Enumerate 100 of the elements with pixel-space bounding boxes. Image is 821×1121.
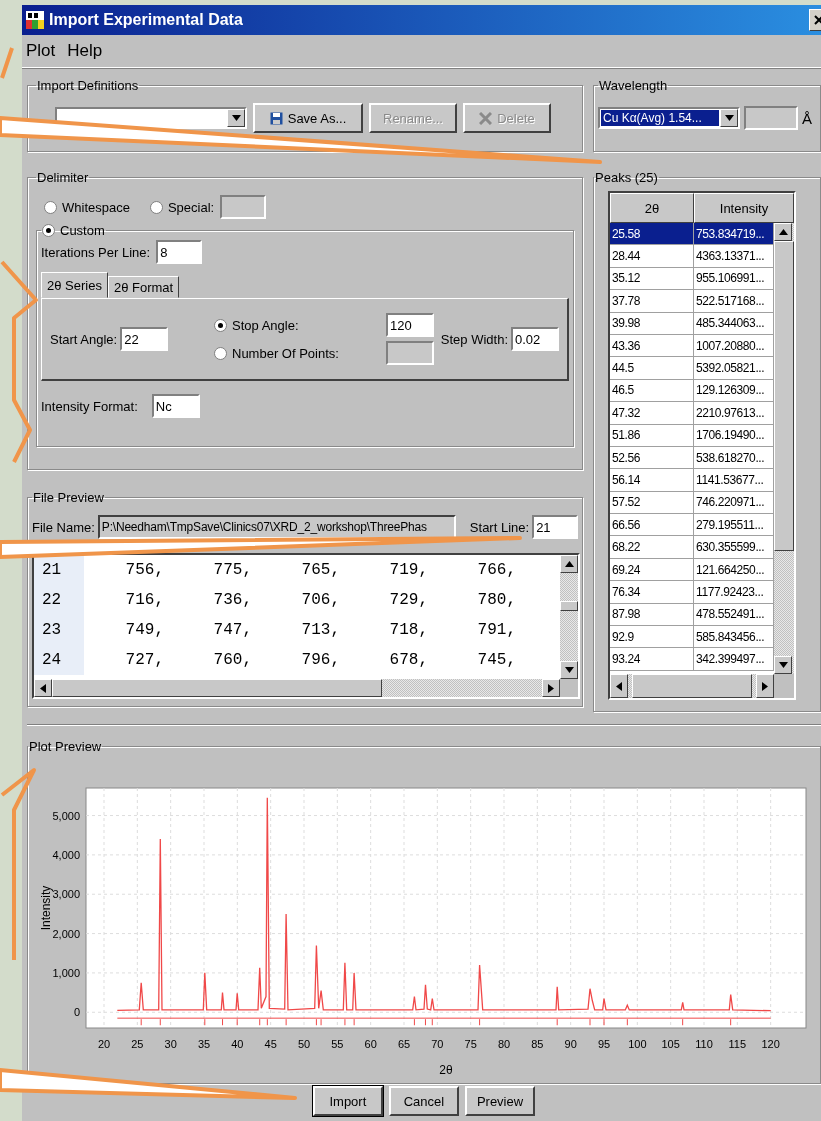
table-row[interactable]: 66.56 279.195511... (610, 514, 774, 537)
text-field[interactable]: 21 (532, 515, 579, 539)
dialog-button[interactable]: Cancel (388, 1086, 459, 1116)
text-field[interactable] (744, 106, 798, 130)
scroll-right-button[interactable] (542, 679, 560, 697)
axis-tick-label: 65 (397, 1038, 411, 1050)
axis-tick-label: 90 (564, 1038, 577, 1050)
scrollbar-thumb[interactable] (774, 241, 794, 551)
dialog-button[interactable]: Preview (464, 1086, 536, 1116)
scroll-down-button[interactable] (560, 661, 578, 679)
axis-tick-label: 95 (597, 1038, 611, 1050)
table-row[interactable]: 37.78 522.517168... (610, 290, 774, 313)
scroll-up-button[interactable] (560, 555, 578, 573)
table-row[interactable]: 25.58 753.834719... (610, 223, 774, 246)
up-arrow-icon (564, 561, 574, 567)
text-field[interactable]: 120 (386, 313, 434, 337)
text-field[interactable]: 0.02 (511, 327, 559, 351)
scrollbar-thumb[interactable] (52, 679, 382, 697)
radio-label[interactable]: Number Of Points: (232, 345, 339, 361)
axis-tick-label: 70 (431, 1038, 444, 1050)
scroll-up-button[interactable] (774, 223, 792, 241)
axis-tick-label: 100 (628, 1038, 647, 1050)
axis-tick-label: 2,000 (52, 927, 80, 940)
radio-label[interactable]: Special: (167, 199, 215, 215)
data-value: 719, (388, 561, 429, 579)
menu-item[interactable]: Help (67, 41, 103, 61)
tab[interactable]: 2θ Series (41, 272, 108, 298)
table-cell: 57.52 (610, 491, 694, 515)
toolbar-button[interactable]: Save As... (253, 103, 363, 133)
line-number: 23 (34, 615, 84, 645)
delete-x-icon (479, 111, 493, 125)
radio-label[interactable]: Custom (60, 223, 105, 238)
field-label: Intensity Format: (41, 398, 138, 414)
table-cell: 52.56 (610, 446, 694, 470)
right-arrow-icon (548, 683, 554, 693)
axis-tick-label: 75 (464, 1038, 477, 1050)
axis-tick-label: 85 (531, 1038, 544, 1050)
line-number: 22 (34, 585, 84, 615)
radio-button[interactable] (149, 200, 163, 214)
wavelength-dropdown[interactable]: Cu Kα(Avg) 1.54... (598, 107, 740, 129)
table-cell: 68.22 (610, 536, 694, 559)
table-cell: 44.5 (610, 357, 694, 380)
radio-button[interactable] (44, 200, 57, 214)
radio-button[interactable] (214, 346, 227, 360)
table-cell: 39.98 (610, 312, 694, 335)
horizontal-scrollbar[interactable] (610, 674, 774, 698)
table-row[interactable]: 44.5 5392.05821... (610, 357, 774, 380)
table-cell: 43.36 (610, 334, 694, 358)
radio-label[interactable]: Stop Angle: (232, 317, 299, 333)
text-field[interactable] (220, 195, 267, 219)
table-cell: 46.5 (610, 379, 694, 403)
vertical-scrollbar[interactable] (560, 555, 578, 679)
axis-tick-label: 0 (73, 1006, 80, 1019)
line-number: 21 (34, 555, 84, 585)
radio-label[interactable]: Whitespace (62, 199, 130, 215)
right-arrow-icon (762, 681, 768, 691)
table-row[interactable]: 92.9 585.843456... (610, 626, 774, 649)
scroll-left-button[interactable] (34, 679, 52, 697)
scroll-left-button[interactable] (610, 674, 628, 698)
data-value: 791, (476, 621, 517, 639)
axis-tick-label: 5,000 (52, 809, 80, 822)
down-arrow-icon (564, 667, 574, 673)
scrollbar-thumb[interactable] (560, 601, 578, 611)
text-field[interactable]: 8 (156, 240, 203, 264)
radio-button[interactable] (214, 318, 227, 332)
table-row[interactable]: 51.86 1706.19490... (610, 424, 774, 447)
left-arrow-icon (616, 681, 622, 691)
axis-tick-label: 110 (695, 1038, 713, 1050)
data-value: 749, (124, 621, 165, 639)
radio-button[interactable] (42, 224, 55, 237)
table-cell: 35.12 (610, 267, 694, 291)
dialog-button[interactable]: Import (312, 1086, 383, 1116)
file-name-field[interactable]: P:\Needham\TmpSave\Clinics07\XRD_2_workshop\ThreePhas (97, 515, 456, 539)
horizontal-scrollbar[interactable] (34, 679, 560, 697)
text-field[interactable]: 22 (120, 327, 169, 351)
scroll-right-button[interactable] (756, 674, 774, 698)
table-cell: 76.34 (610, 581, 694, 604)
table-row[interactable]: 56.14 1141.53677... (610, 469, 774, 492)
table-row[interactable]: 68.22 630.355599... (610, 536, 774, 559)
tab[interactable]: 2θ Format (107, 276, 180, 298)
dropdown-arrow-icon (724, 115, 734, 121)
table-row[interactable]: 39.98 485.344063... (610, 312, 774, 335)
table-row[interactable]: 28.44 4363.13371... (610, 245, 774, 268)
column-header[interactable]: Intensity (694, 193, 794, 223)
group-title: Import Definitions (36, 78, 140, 93)
field-label: Start Angle: (50, 331, 118, 347)
data-value: 727, (124, 651, 165, 669)
table-row[interactable]: 76.34 1177.92423... (610, 581, 774, 604)
table-row[interactable]: 93.24 342.399497... (610, 648, 774, 671)
data-value: 760, (212, 651, 253, 669)
vertical-scrollbar[interactable] (774, 223, 794, 674)
column-header[interactable]: 2θ (610, 193, 694, 223)
text-field[interactable]: Nc (151, 394, 200, 418)
table-row[interactable]: 47.32 2210.97613... (610, 402, 774, 425)
text-field[interactable] (386, 341, 434, 365)
scrollbar-thumb[interactable] (632, 674, 752, 698)
menu-item[interactable]: Plot (26, 41, 56, 61)
table-cell: 753.834719... (694, 223, 774, 246)
scroll-down-button[interactable] (774, 656, 792, 674)
table-cell: 66.56 (610, 514, 694, 537)
